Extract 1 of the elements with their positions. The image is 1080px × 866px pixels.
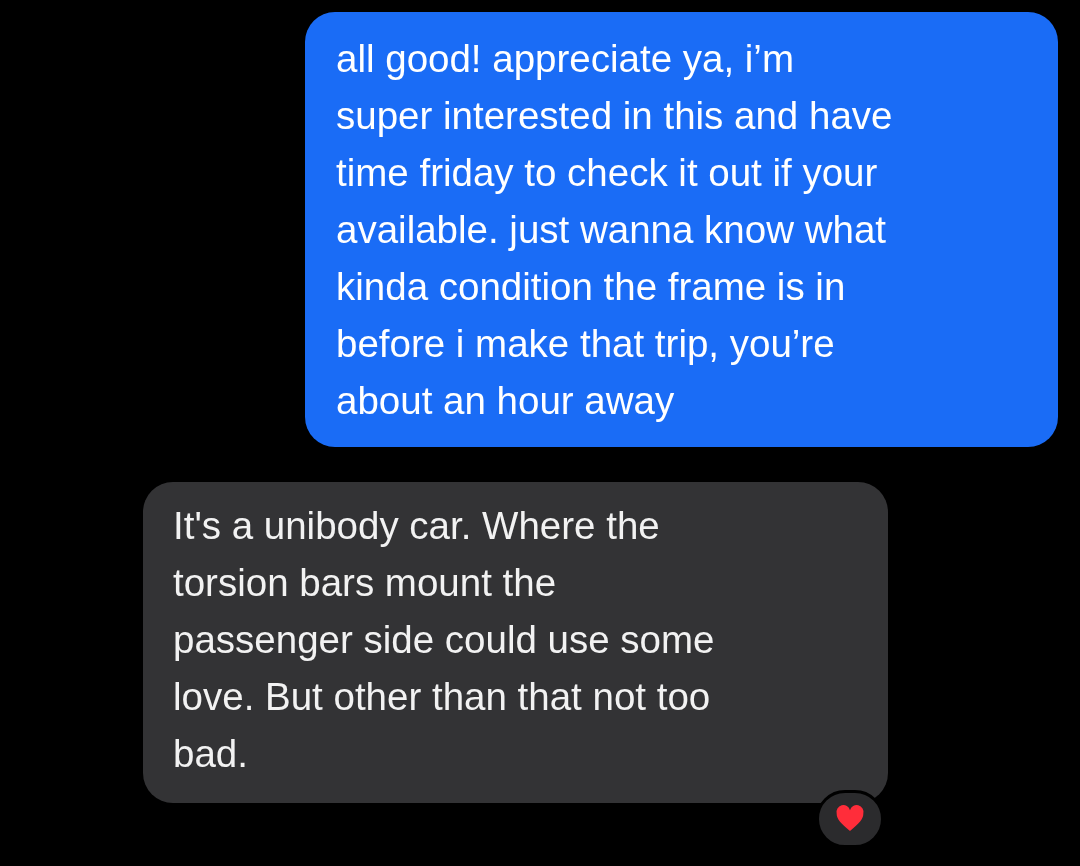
sent-message-bubble: all good! appreciate ya, i’m super interested in this and have time friday to check it out if your available. just wanna know what kinda condition the frame is in before i make that trip, you’re about an hour away — [305, 12, 1058, 447]
